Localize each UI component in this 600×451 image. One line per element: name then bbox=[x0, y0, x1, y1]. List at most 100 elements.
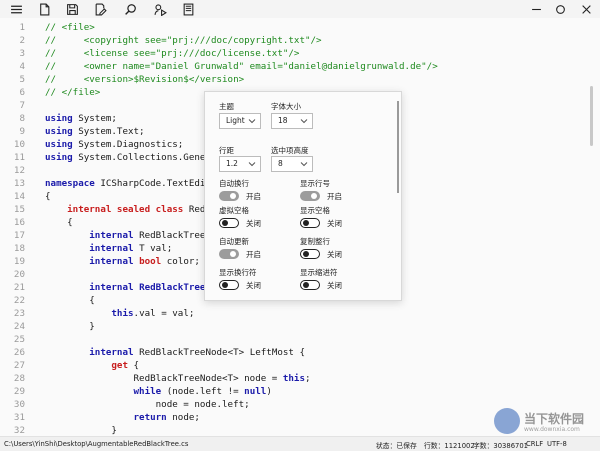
settings-panel: 主题 字体大小 Light 18 行距 选中项高度 1.2 8 自动换行 开启 显示… bbox=[204, 91, 402, 301]
code-text: while (node.left != null) bbox=[45, 385, 272, 398]
font-size-select-value: 18 bbox=[278, 116, 288, 125]
watermark-subtext: www.downxia.com bbox=[524, 426, 580, 433]
code-token: // </file> bbox=[45, 87, 101, 98]
watermark-text: 当下软件园 bbox=[524, 412, 585, 426]
code-line[interactable]: 28 RedBlackTreeNode<T> node = this; bbox=[0, 372, 600, 385]
toggle-state: 关闭 bbox=[327, 250, 342, 259]
settings-panel-scrollbar[interactable] bbox=[397, 101, 399, 193]
code-text: internal T val; bbox=[45, 242, 172, 255]
code-token: namespace bbox=[45, 178, 95, 189]
code-token: node; bbox=[166, 412, 200, 423]
code-line[interactable]: 1 // <file> bbox=[0, 21, 600, 34]
selection-height-select[interactable]: 8 bbox=[271, 156, 313, 172]
code-text: get { bbox=[45, 359, 139, 372]
toggle-state: 开启 bbox=[246, 250, 261, 259]
code-text: } bbox=[45, 424, 117, 436]
toggle-knob bbox=[311, 193, 317, 199]
toggle-state: 关闭 bbox=[246, 281, 261, 290]
selection-height-label: 选中项高度 bbox=[271, 146, 309, 155]
code-token: System.Text; bbox=[72, 126, 145, 137]
code-token: { bbox=[45, 295, 95, 306]
line-number: 26 bbox=[13, 347, 25, 358]
font-size-select[interactable]: 18 bbox=[271, 113, 313, 129]
theme-select[interactable]: Light bbox=[219, 113, 261, 129]
line-spacing-select-value: 1.2 bbox=[226, 159, 238, 168]
line-number: 24 bbox=[13, 321, 25, 332]
code-line[interactable]: 29 while (node.left != null) bbox=[0, 385, 600, 398]
toggle-state: 开启 bbox=[327, 192, 342, 201]
line-number: 20 bbox=[13, 269, 25, 280]
theme-select-value: Light bbox=[226, 116, 245, 125]
code-line[interactable]: 27 get { bbox=[0, 359, 600, 372]
toggle-label: 显示行号 bbox=[300, 179, 330, 188]
toggle-switch[interactable] bbox=[300, 218, 320, 228]
code-text: return node; bbox=[45, 411, 200, 424]
line-number: 32 bbox=[13, 425, 25, 436]
line-number: 11 bbox=[13, 152, 25, 163]
line-number: 6 bbox=[19, 87, 25, 98]
code-token: System.Diagnostics; bbox=[72, 139, 184, 150]
toggle-switch[interactable] bbox=[300, 191, 320, 201]
toggle-switch[interactable] bbox=[219, 218, 239, 228]
toggle-label: 虚拟空格 bbox=[219, 206, 249, 215]
line-spacing-label: 行距 bbox=[219, 146, 234, 155]
minimize-icon[interactable] bbox=[528, 1, 544, 17]
edit-icon[interactable] bbox=[92, 1, 108, 17]
toggle-switch[interactable] bbox=[300, 280, 320, 290]
code-text: // </file> bbox=[45, 86, 100, 99]
code-token: } bbox=[45, 425, 117, 436]
code-text: { bbox=[45, 216, 73, 229]
hamburger-menu-icon[interactable] bbox=[8, 1, 24, 17]
document-icon[interactable] bbox=[180, 1, 196, 17]
toggle-label: 显示换行符 bbox=[219, 268, 257, 277]
toggle-knob bbox=[303, 251, 309, 257]
toggle-label: 自动更新 bbox=[219, 237, 249, 246]
file-path: C:\Users\YinShi\Desktop\AugmentableRedBl… bbox=[4, 440, 189, 448]
line-number: 16 bbox=[13, 217, 25, 228]
code-line[interactable]: 23 this.val = val; bbox=[0, 307, 600, 320]
editor-scrollbar[interactable] bbox=[590, 86, 593, 146]
code-text: // <owner name="Daniel Grunwald" email="… bbox=[45, 60, 438, 73]
code-token: } bbox=[45, 321, 95, 332]
toggle-switch[interactable] bbox=[300, 249, 320, 259]
code-line[interactable]: 24 } bbox=[0, 320, 600, 333]
code-token: null bbox=[244, 386, 267, 397]
code-line[interactable]: 2 // <copyright see="prj:///doc/copyright… bbox=[0, 34, 600, 47]
line-number: 17 bbox=[13, 230, 25, 241]
code-token: internal bbox=[89, 282, 134, 293]
toggle-switch[interactable] bbox=[219, 280, 239, 290]
code-line[interactable]: 26 internal RedBlackTreeNode<T> LeftMost… bbox=[0, 346, 600, 359]
code-token: using bbox=[45, 139, 73, 150]
toggle-switch[interactable] bbox=[219, 249, 239, 259]
run-icon[interactable] bbox=[152, 1, 168, 17]
code-token: // <license see="prj:///doc/license.txt"… bbox=[45, 48, 300, 59]
code-token: RedBlackTreeNode<T> LeftMost { bbox=[133, 347, 306, 358]
new-file-icon[interactable] bbox=[36, 1, 52, 17]
line-number: 29 bbox=[13, 386, 25, 397]
code-text: { bbox=[45, 294, 95, 307]
toggle-knob bbox=[230, 251, 236, 257]
code-token: using bbox=[45, 113, 73, 124]
code-line[interactable]: 25 bbox=[0, 333, 600, 346]
line-number: 18 bbox=[13, 243, 25, 254]
save-icon[interactable] bbox=[64, 1, 80, 17]
code-line[interactable]: 5 // <version>$Revision$</version> bbox=[0, 73, 600, 86]
toggle-switch[interactable] bbox=[219, 191, 239, 201]
line-spacing-select[interactable]: 1.2 bbox=[219, 156, 261, 172]
restore-icon[interactable] bbox=[552, 1, 568, 17]
line-number: 21 bbox=[13, 282, 25, 293]
line-number: 7 bbox=[19, 100, 25, 111]
code-text: } bbox=[45, 320, 95, 333]
code-token: return bbox=[133, 412, 167, 423]
code-token: internal bbox=[89, 243, 134, 254]
close-icon[interactable] bbox=[578, 1, 594, 17]
search-icon[interactable] bbox=[122, 1, 138, 17]
code-line[interactable]: 4 // <owner name="Daniel Grunwald" email=… bbox=[0, 60, 600, 73]
code-line[interactable]: 3 // <license see="prj:///doc/license.txt… bbox=[0, 47, 600, 60]
